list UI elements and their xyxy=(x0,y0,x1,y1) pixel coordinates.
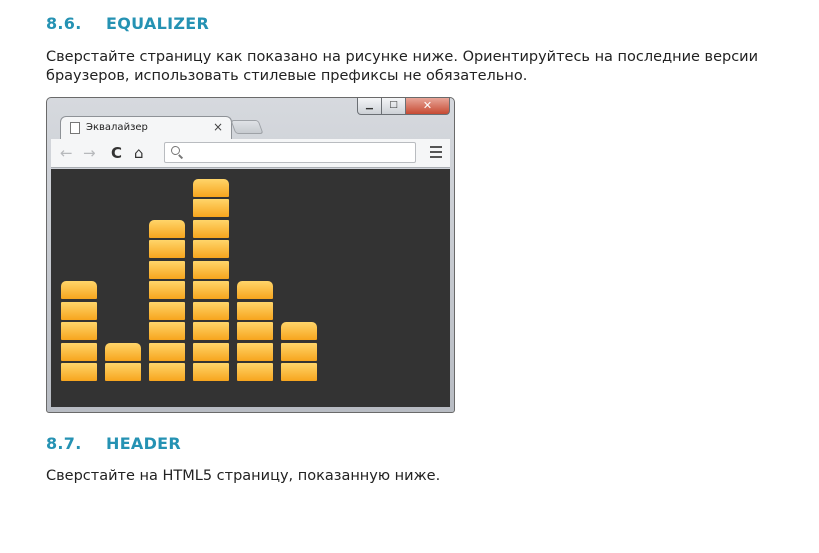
section-title: EQUALIZER xyxy=(106,14,210,33)
equalizer-segment xyxy=(149,322,185,340)
equalizer-segment xyxy=(193,178,229,197)
instruction-8-6: Сверстайте страницу как показано на рису… xyxy=(46,48,758,86)
equalizer-segment xyxy=(105,342,141,361)
document-icon xyxy=(70,122,80,134)
equalizer-segment xyxy=(193,342,229,361)
equalizer-segment xyxy=(61,301,97,320)
equalizer-segment xyxy=(193,301,229,320)
menu-icon[interactable] xyxy=(430,146,442,158)
equalizer-segment xyxy=(149,219,185,238)
close-window-icon[interactable]: ✕ xyxy=(406,98,450,115)
equalizer-segment xyxy=(61,363,97,381)
instruction-line: Сверстайте страницу как показано на рису… xyxy=(46,49,759,65)
equalizer-bar xyxy=(61,279,97,381)
equalizer-segment xyxy=(149,260,185,279)
home-icon[interactable]: ⌂ xyxy=(134,143,144,163)
equalizer-bar xyxy=(237,279,273,381)
search-icon xyxy=(171,146,180,155)
equalizer-segment xyxy=(281,322,317,340)
equalizer-segment xyxy=(193,219,229,238)
tab-close-icon[interactable]: × xyxy=(213,120,223,134)
equalizer-segment xyxy=(149,342,185,361)
minimize-icon[interactable]: ▁ xyxy=(357,98,382,115)
tab-title: Эквалайзер xyxy=(86,122,148,133)
section-8-7-heading: 8.7. HEADER xyxy=(46,434,181,453)
equalizer-segment xyxy=(61,342,97,361)
equalizer-segment xyxy=(237,301,273,320)
equalizer-segment xyxy=(237,322,273,340)
equalizer-segment xyxy=(193,322,229,340)
equalizer-segment xyxy=(149,301,185,320)
section-title: HEADER xyxy=(106,434,182,453)
equalizer-segment xyxy=(237,342,273,361)
equalizer-bar xyxy=(193,176,229,381)
address-bar[interactable] xyxy=(164,142,416,163)
equalizer-segment xyxy=(281,363,317,381)
window-controls: ▁ □ ✕ xyxy=(357,98,450,115)
instruction-line: Сверстайте на HTML5 страницу, показанную… xyxy=(46,468,441,484)
forward-arrow-icon[interactable]: → xyxy=(83,143,96,163)
equalizer-bar xyxy=(149,217,185,381)
section-8-6-heading: 8.6. EQUALIZER xyxy=(46,14,209,33)
maximize-icon[interactable]: □ xyxy=(382,98,406,115)
reload-icon[interactable]: C xyxy=(111,143,122,163)
equalizer-segment xyxy=(237,363,273,381)
equalizer-segment xyxy=(193,199,229,217)
section-number: 8.6. xyxy=(46,14,82,33)
instruction-8-7: Сверстайте на HTML5 страницу, показанную… xyxy=(46,467,440,486)
equalizer-segment xyxy=(193,260,229,279)
equalizer-segment xyxy=(149,281,185,299)
equalizer-segment xyxy=(61,322,97,340)
equalizer-bar xyxy=(281,320,317,381)
page-viewport xyxy=(51,169,450,407)
equalizer-segment xyxy=(193,363,229,381)
section-number: 8.7. xyxy=(46,434,82,453)
equalizer-segment xyxy=(281,342,317,361)
browser-tab[interactable]: Эквалайзер × xyxy=(60,116,232,140)
equalizer-segment xyxy=(193,240,229,258)
equalizer-segment xyxy=(149,363,185,381)
new-tab-button[interactable] xyxy=(230,120,264,134)
equalizer-bar xyxy=(105,340,141,381)
back-arrow-icon[interactable]: ← xyxy=(60,143,73,163)
browser-toolbar: ← → C ⌂ xyxy=(51,139,450,168)
equalizer-segment xyxy=(193,281,229,299)
instruction-line: браузеров, использовать стилевые префикс… xyxy=(46,68,528,84)
equalizer-segment xyxy=(105,363,141,381)
equalizer-segment xyxy=(61,281,97,299)
equalizer-segment xyxy=(237,281,273,299)
equalizer-segment xyxy=(149,240,185,258)
browser-window-screenshot: ▁ □ ✕ Эквалайзер × ← → C ⌂ xyxy=(46,97,455,413)
